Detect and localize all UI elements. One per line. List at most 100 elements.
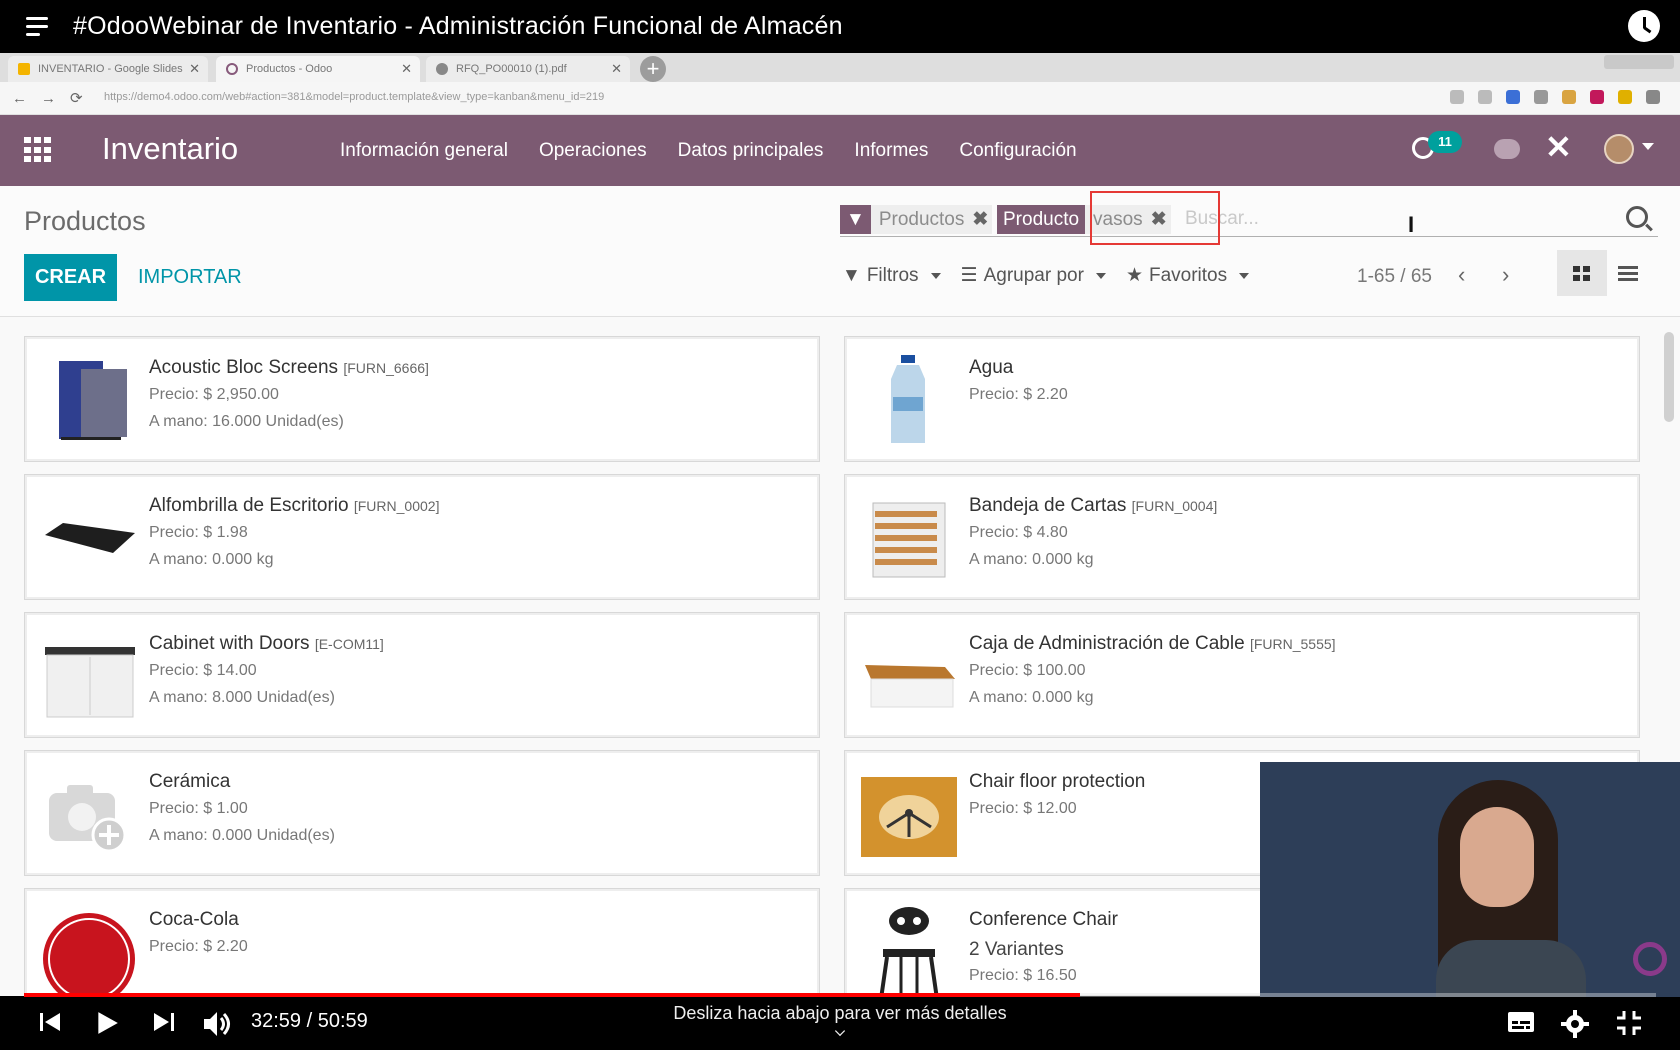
- product-price: Precio: $ 100.00: [969, 662, 1086, 679]
- product-onhand: A mano: 16.000 Unidad(es): [149, 413, 344, 430]
- screens-image: [59, 361, 127, 440]
- product-card[interactable]: Bandeja de Cartas [FURN_0004] Precio: $ …: [844, 474, 1640, 600]
- new-tab-button[interactable]: +: [640, 56, 666, 82]
- chat-icon[interactable]: [1494, 139, 1520, 159]
- chair-image: [879, 907, 939, 999]
- scrollbar-thumb[interactable]: [1664, 332, 1674, 422]
- pager-value[interactable]: 1-65 / 65: [1357, 266, 1432, 288]
- browser-tab[interactable]: INVENTARIO - Google Slides ✕: [8, 56, 208, 82]
- product-price: Precio: $ 1.00: [149, 800, 248, 817]
- product-name: Caja de Administración de Cable [FURN_55…: [969, 633, 1336, 654]
- product-card[interactable]: Acoustic Bloc Screens [FURN_6666] Precio…: [24, 336, 820, 462]
- pager-next-icon[interactable]: ›: [1502, 262, 1509, 288]
- activity-count-badge: 11: [1428, 131, 1462, 153]
- close-tab-icon[interactable]: ✕: [611, 61, 622, 77]
- product-card[interactable]: Coca-Cola Precio: $ 2.20: [24, 888, 820, 999]
- product-name: Cabinet with Doors [E-COM11]: [149, 633, 384, 654]
- avatar[interactable]: [1604, 134, 1634, 164]
- product-name: Acoustic Bloc Screens [FURN_6666]: [149, 357, 429, 378]
- create-button[interactable]: CREAR: [24, 254, 117, 301]
- groupby-dropdown[interactable]: ☰ Agrupar por: [961, 264, 1106, 287]
- menu-operaciones[interactable]: Operaciones: [539, 140, 647, 162]
- presenter-webcam: [1260, 762, 1680, 1000]
- caret-down-icon: [1239, 272, 1250, 279]
- menu-informacion-general[interactable]: Información general: [340, 140, 508, 162]
- annotation-highlight-box: [1090, 191, 1220, 245]
- extension-icons[interactable]: [1450, 90, 1660, 104]
- product-name: Conference Chair: [969, 909, 1118, 930]
- kanban-view-button[interactable]: [1557, 250, 1607, 296]
- tab-label: RFQ_PO00010 (1).pdf: [456, 63, 567, 75]
- slides-icon: [18, 63, 30, 75]
- product-card[interactable]: Alfombrilla de Escritorio [FURN_0002] Pr…: [24, 474, 820, 600]
- list-view-button[interactable]: [1618, 266, 1638, 282]
- product-card[interactable]: Caja de Administración de Cable [FURN_55…: [844, 612, 1640, 738]
- close-tab-icon[interactable]: ✕: [401, 61, 412, 77]
- list-icon: ☰: [960, 265, 978, 286]
- camera-placeholder-icon: [49, 785, 127, 853]
- video-title-bar: #OdooWebinar de Inventario - Administrac…: [0, 0, 1680, 53]
- product-name: Bandeja de Cartas [FURN_0004]: [969, 495, 1218, 516]
- product-variants: 2 Variantes: [969, 939, 1064, 960]
- app-name[interactable]: Inventario: [102, 131, 238, 167]
- product-name: Chair floor protection: [969, 771, 1146, 792]
- odoo-top-navbar: Inventario Información general Operacion…: [0, 115, 1680, 186]
- browser-tab[interactable]: RFQ_PO00010 (1).pdf ✕: [426, 56, 630, 82]
- product-onhand: A mano: 8.000 Unidad(es): [149, 689, 335, 706]
- video-controls: 32:59 / 50:59 Desliza hacia abajo para v…: [0, 997, 1680, 1050]
- product-price: Precio: $ 2.20: [969, 386, 1068, 403]
- browser-nav-icons[interactable]: ←→⟳: [12, 89, 97, 107]
- address-bar: ←→⟳ https://demo4.odoo.com/web#action=38…: [0, 82, 1680, 115]
- groupby-label: Agrupar por: [983, 264, 1084, 286]
- letter-tray-image: [872, 502, 946, 578]
- exit-fullscreen-icon[interactable]: [1616, 1010, 1642, 1036]
- playlist-menu-icon[interactable]: [26, 15, 56, 39]
- remove-facet-icon[interactable]: ✖: [972, 205, 992, 234]
- search-icon[interactable]: [1626, 206, 1648, 228]
- product-card[interactable]: Agua Precio: $ 2.20: [844, 336, 1640, 462]
- window-controls[interactable]: [1604, 55, 1674, 69]
- video-title[interactable]: #OdooWebinar de Inventario - Administrac…: [73, 12, 843, 41]
- control-panel: Productos CREAR IMPORTAR ▼ Productos ✖ P…: [0, 186, 1680, 317]
- cabinet-image: [45, 647, 135, 718]
- url-field[interactable]: https://demo4.odoo.com/web#action=381&mo…: [104, 91, 604, 103]
- product-price: Precio: $ 2,950.00: [149, 386, 279, 403]
- pager-previous-icon[interactable]: ‹: [1458, 262, 1465, 288]
- favorites-label: Favoritos: [1148, 264, 1228, 286]
- search-facet-filter: ▼ Productos ✖: [840, 205, 993, 234]
- product-name: Agua: [969, 357, 1014, 378]
- import-button[interactable]: IMPORTAR: [138, 266, 242, 289]
- close-tab-icon[interactable]: ✕: [189, 61, 200, 77]
- subtitles-icon[interactable]: [1507, 1010, 1535, 1034]
- tab-label: INVENTARIO - Google Slides: [38, 63, 183, 75]
- product-onhand: A mano: 0.000 kg: [149, 551, 274, 568]
- product-name: Alfombrilla de Escritorio [FURN_0002]: [149, 495, 440, 516]
- chevron-down-icon[interactable]: [1642, 143, 1654, 150]
- facet-value: Productos: [878, 209, 965, 230]
- menu-configuracion[interactable]: Configuración: [959, 140, 1076, 162]
- product-name: Cerámica: [149, 771, 231, 792]
- browser-tab-bar: INVENTARIO - Google Slides ✕ Productos -…: [0, 53, 1680, 82]
- settings-gear-icon[interactable]: [1561, 1010, 1589, 1038]
- tab-label: Productos - Odoo: [246, 63, 333, 75]
- text-cursor-icon: I: [1408, 212, 1415, 237]
- chevron-down-icon[interactable]: [834, 1025, 846, 1037]
- globe-icon: [436, 63, 448, 75]
- search-bar: ▼ Productos ✖ Producto vasos ✖ I: [840, 202, 1658, 237]
- caret-down-icon: [930, 272, 941, 279]
- product-card[interactable]: Cerámica Precio: $ 1.00 A mano: 0.000 Un…: [24, 750, 820, 876]
- product-card[interactable]: Cabinet with Doors [E-COM11] Precio: $ 1…: [24, 612, 820, 738]
- browser-tab-active[interactable]: Productos - Odoo ✕: [216, 56, 420, 82]
- menu-informes[interactable]: Informes: [854, 140, 928, 162]
- odoo-icon: [226, 63, 238, 75]
- close-icon[interactable]: ✕: [1545, 131, 1572, 163]
- watch-later-icon[interactable]: [1628, 10, 1660, 42]
- water-bottle-image: [891, 355, 925, 443]
- favorites-dropdown[interactable]: ★ Favoritos: [1126, 264, 1250, 287]
- main-menu: Información general Operaciones Datos pr…: [340, 140, 1077, 162]
- menu-datos-principales[interactable]: Datos principales: [678, 140, 824, 162]
- filters-dropdown[interactable]: ▼ Filtros: [842, 264, 941, 287]
- apps-menu-icon[interactable]: [24, 137, 54, 163]
- product-price: Precio: $ 14.00: [149, 662, 257, 679]
- facet-label: Producto: [997, 205, 1086, 234]
